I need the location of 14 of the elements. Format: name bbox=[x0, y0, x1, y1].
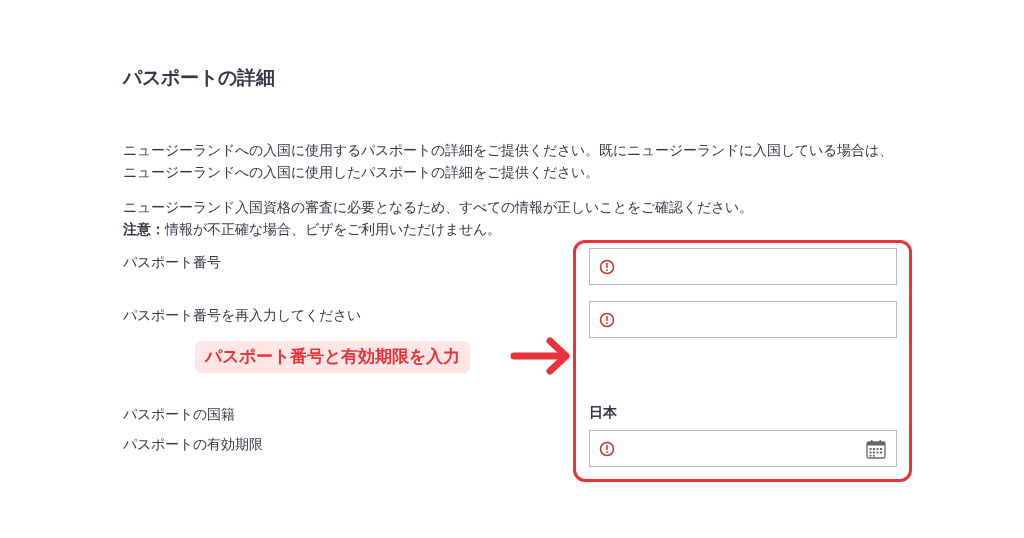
calendar-icon bbox=[865, 437, 887, 460]
input-field[interactable] bbox=[589, 301, 897, 338]
field-label: パスポート番号を再入力してください bbox=[123, 307, 361, 323]
field-value: 日本 bbox=[589, 403, 617, 422]
field-label: パスポートの国籍 bbox=[123, 406, 235, 422]
paragraph: 注意：情報が不正確な場合、ビザをご利用いただけません。 bbox=[123, 220, 502, 239]
paragraph: ニュージーランド入国資格の審査に必要となるため、すべての情報が正しいことをご確認ください。 bbox=[123, 198, 754, 217]
input-field[interactable] bbox=[589, 248, 897, 285]
paragraph: ニュージーランドへの入国に使用するパスポートの詳細をご提供ください。既にニュージーランドに入国している場合は、ニュージーランドへの入国に使用したパスポートの詳細をご提供ください。 bbox=[123, 141, 893, 182]
date-field[interactable] bbox=[589, 430, 897, 467]
page-title: パスポートの詳細 bbox=[123, 66, 275, 90]
field-label: パスポートの有効期限 bbox=[123, 436, 263, 452]
callout-label: パスポート番号と有効期限を入力 bbox=[195, 341, 470, 373]
field-label: パスポート番号 bbox=[123, 254, 221, 270]
